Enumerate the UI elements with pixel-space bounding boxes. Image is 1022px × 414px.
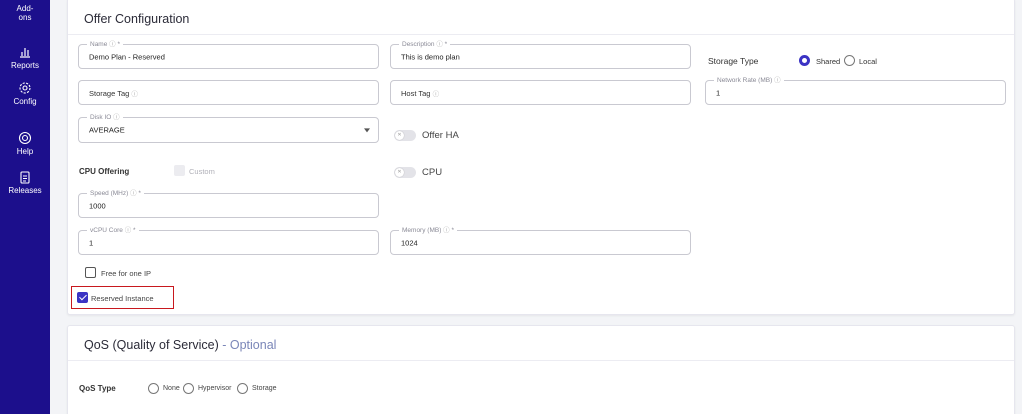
sidebar-item-label: ons: [18, 13, 32, 22]
host-tag-placeholder: Host Tag ⓘ: [401, 88, 440, 98]
sidebar-item-help[interactable]: Help: [0, 131, 50, 156]
memory-legend: Memory (MB) ⓘ *: [399, 226, 458, 235]
close-icon: ✕: [395, 168, 404, 177]
speed-value: 1000: [89, 201, 106, 210]
free-ip-label: Free for one IP: [101, 269, 152, 278]
bar-chart-icon: [20, 48, 30, 58]
disk-io-legend: Disk IO ⓘ: [87, 113, 123, 122]
close-icon: ✕: [395, 131, 404, 140]
sidebar-item-releases[interactable]: Releases: [0, 170, 50, 195]
description-value: This is demo plan: [401, 52, 460, 61]
storage-shared-radio[interactable]: [799, 55, 810, 66]
qos-none-label: None: [163, 385, 180, 392]
speed-field[interactable]: Speed (MHz) ⓘ * 1000: [78, 189, 379, 218]
name-value: Demo Plan - Reserved: [89, 52, 165, 61]
sidebar-item-label: Add-: [16, 4, 34, 13]
sidebar: Add- ons Reports Config Help Releases: [0, 0, 50, 414]
chevron-down-icon: [364, 128, 370, 133]
storage-local-radio[interactable]: [844, 55, 855, 66]
card-title: Offer Configuration: [84, 12, 190, 26]
vcpu-core-legend: vCPU Core ⓘ *: [87, 226, 139, 235]
description-legend: Description ⓘ *: [399, 40, 451, 49]
vcpu-core-value: 1: [89, 238, 94, 247]
qos-storage-label: Storage: [252, 385, 277, 392]
memory-field[interactable]: Memory (MB) ⓘ * 1024: [390, 226, 691, 255]
host-tag-field[interactable]: Host Tag ⓘ: [390, 80, 691, 105]
qos-type-label: QoS Type: [79, 384, 116, 393]
storage-tag-placeholder: Storage Tag ⓘ: [89, 88, 138, 98]
qos-hypervisor-radio[interactable]: [183, 383, 194, 394]
custom-checkbox[interactable]: [174, 165, 185, 176]
memory-value: 1024: [401, 238, 418, 247]
free-ip-checkbox[interactable]: [85, 267, 96, 278]
description-field[interactable]: Description ⓘ * This is demo plan: [390, 40, 691, 69]
disk-io-value: AVERAGE: [89, 125, 125, 135]
check-icon: [79, 292, 87, 301]
qos-card: QoS (Quality of Service) - Optional QoS …: [67, 325, 1015, 414]
speed-legend: Speed (MHz) ⓘ *: [87, 189, 144, 198]
cpu-label: CPU: [422, 167, 443, 178]
vcpu-core-field[interactable]: vCPU Core ⓘ * 1: [78, 226, 379, 255]
sidebar-item-label: Config: [13, 97, 37, 106]
divider: [68, 360, 1014, 361]
offer-ha-label: Offer HA: [422, 130, 459, 141]
qos-none-radio[interactable]: [148, 383, 159, 394]
qos-hypervisor-label: Hypervisor: [198, 385, 232, 392]
sidebar-item-label: Help: [16, 147, 34, 156]
qos-storage-radio[interactable]: [237, 383, 248, 394]
sidebar-item-addons[interactable]: Add- ons: [0, 4, 50, 22]
network-rate-field[interactable]: Network Rate (MB) ⓘ 1: [705, 76, 1006, 105]
network-rate-legend: Network Rate (MB) ⓘ: [714, 76, 784, 85]
sidebar-item-config[interactable]: Config: [0, 81, 50, 106]
cpu-offering-label: CPU Offering: [79, 167, 130, 176]
name-field[interactable]: Name ⓘ * Demo Plan - Reserved: [78, 40, 379, 69]
reserved-instance-label: Reserved Instance: [91, 294, 154, 303]
custom-label: Custom: [189, 167, 215, 176]
storage-tag-field[interactable]: Storage Tag ⓘ: [78, 80, 379, 105]
gear-icon: [19, 82, 31, 94]
network-rate-value: 1: [716, 88, 721, 97]
sidebar-item-reports[interactable]: Reports: [0, 45, 50, 70]
qos-optional-tag: - Optional: [222, 338, 277, 352]
sidebar-item-label: Releases: [8, 186, 42, 195]
offer-configuration-card: Offer Configuration Name ⓘ * Demo Plan -…: [67, 0, 1015, 315]
help-ring-icon: [18, 131, 32, 145]
disk-io-select[interactable]: Disk IO ⓘ AVERAGE: [78, 113, 379, 143]
storage-local-label: Local: [859, 57, 877, 66]
reserved-instance-checkbox[interactable]: [77, 292, 88, 303]
sidebar-item-label: Reports: [10, 61, 39, 70]
name-legend: Name ⓘ *: [87, 40, 123, 49]
cpu-toggle[interactable]: ✕: [394, 167, 416, 178]
storage-shared-label: Shared: [816, 57, 841, 66]
divider: [68, 34, 1014, 35]
offer-ha-toggle[interactable]: ✕: [394, 130, 416, 141]
storage-type-label: Storage Type: [708, 56, 759, 66]
clipboard-icon: [20, 171, 30, 184]
qos-title: QoS (Quality of Service) - Optional: [84, 338, 277, 352]
